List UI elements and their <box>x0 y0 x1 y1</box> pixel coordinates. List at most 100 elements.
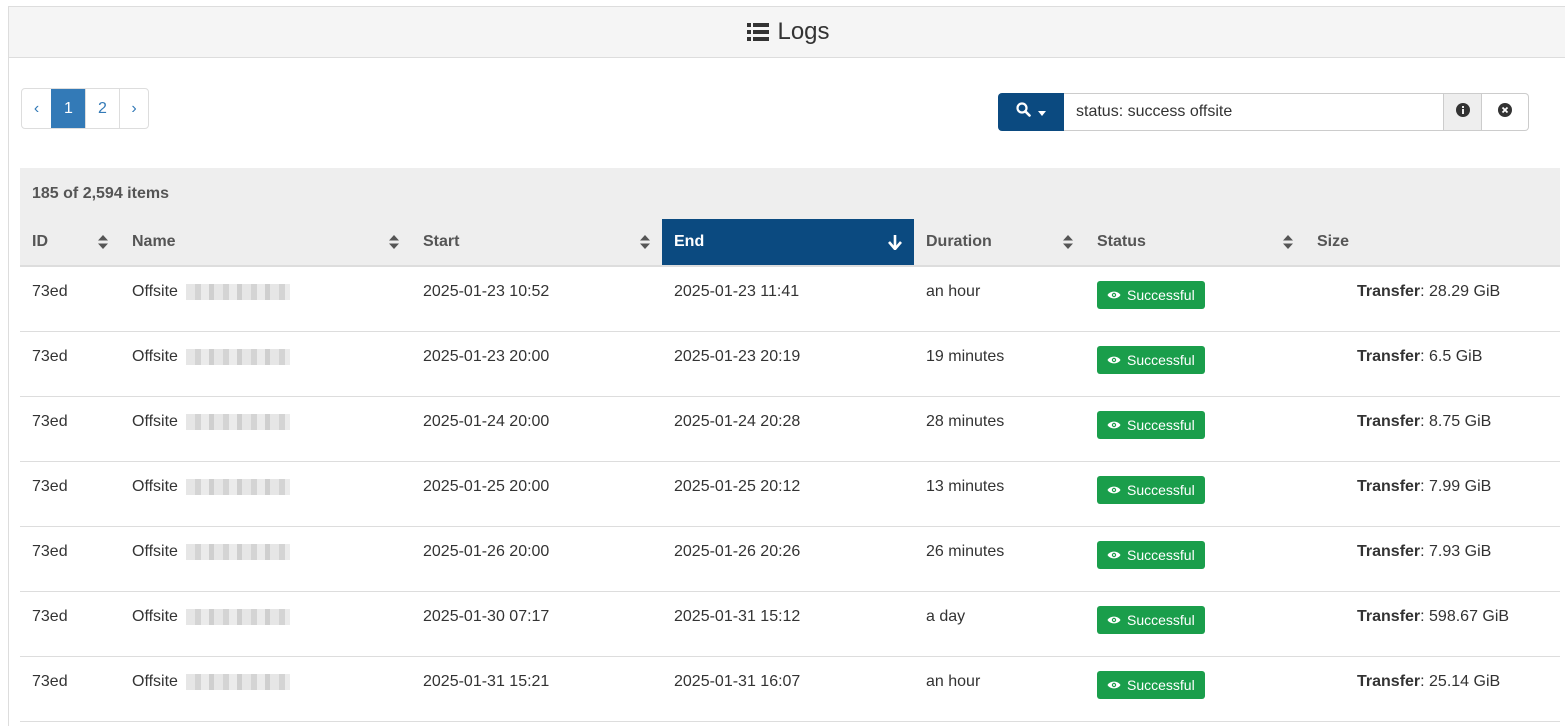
table-row[interactable]: 73ed Offsite 2025-01-24 20:00 2025-01-24 20… <box>20 397 1560 462</box>
status-badge[interactable]: Successful <box>1097 671 1205 699</box>
search-input[interactable] <box>1064 93 1444 131</box>
cell-start: 2025-01-25 20:00 <box>423 478 550 495</box>
table-row[interactable]: 73ed Offsite 2025-01-31 15:21 2025-01-31 16… <box>20 657 1560 722</box>
clear-icon <box>1498 102 1512 122</box>
cell-end: 2025-01-23 11:41 <box>674 283 800 300</box>
status-badge[interactable]: Successful <box>1097 411 1205 439</box>
sort-icon <box>389 235 399 249</box>
cell-duration: a day <box>926 608 966 625</box>
redacted-name <box>185 609 290 625</box>
name-text: Offsite <box>132 673 178 690</box>
cell-size: Transfer: 6.5 GiB <box>1305 332 1560 382</box>
status-text: Successful <box>1127 287 1195 303</box>
name-text: Offsite <box>132 543 178 560</box>
table-row[interactable]: 73ed Offsite 2025-01-26 20:00 2025-01-26 20… <box>20 527 1560 592</box>
cell-name: Offsite <box>120 592 411 642</box>
sort-icon <box>98 235 108 249</box>
page-title: Logs <box>777 18 830 45</box>
eye-icon <box>1107 677 1121 693</box>
search-bar <box>998 93 1529 132</box>
cell-name: Offsite <box>120 267 411 317</box>
table-row[interactable]: 73ed Offsite 2025-01-23 10:52 2025-01-23 11… <box>20 267 1560 332</box>
cell-name: Offsite <box>120 332 411 382</box>
redacted-name <box>185 544 290 560</box>
cell-id: 73ed <box>32 478 68 495</box>
column-header-name[interactable]: Name <box>120 219 411 265</box>
column-header-duration[interactable]: Duration <box>914 219 1085 265</box>
cell-size: Transfer: 598.67 GiB <box>1305 592 1560 642</box>
cell-duration: an hour <box>926 283 981 300</box>
size-label: Transfer <box>1357 413 1421 430</box>
cell-start: 2025-01-30 07:17 <box>423 608 550 625</box>
eye-icon <box>1107 482 1121 498</box>
sort-icon <box>1063 235 1073 249</box>
cell-id: 73ed <box>32 608 68 625</box>
size-value: : 8.75 GiB <box>1420 413 1492 430</box>
size-value: : 598.67 GiB <box>1420 608 1510 625</box>
column-header-status[interactable]: Status <box>1085 219 1305 265</box>
cell-end: 2025-01-31 16:07 <box>674 673 801 690</box>
status-badge[interactable]: Successful <box>1097 606 1205 634</box>
cell-end: 2025-01-25 20:12 <box>674 478 801 495</box>
cell-size: Transfer: 25.14 GiB <box>1305 657 1560 707</box>
cell-start: 2025-01-23 20:00 <box>423 348 550 365</box>
cell-end: 2025-01-23 20:19 <box>674 348 801 365</box>
cell-id: 73ed <box>32 283 68 300</box>
page-2-button[interactable]: 2 <box>85 89 119 128</box>
redacted-name <box>185 674 290 690</box>
name-text: Offsite <box>132 608 178 625</box>
info-icon <box>1455 102 1470 122</box>
table-header: ID Name Start End Duration Status Size <box>20 219 1560 267</box>
eye-icon <box>1107 417 1121 433</box>
cell-start: 2025-01-23 10:52 <box>423 283 550 300</box>
size-label: Transfer <box>1357 673 1421 690</box>
size-label: Transfer <box>1357 478 1421 495</box>
cell-duration: 28 minutes <box>926 413 1005 430</box>
panel-heading: Logs <box>9 7 1565 58</box>
status-badge[interactable]: Successful <box>1097 281 1205 309</box>
cell-status: Successful <box>1085 397 1305 447</box>
cell-id: 73ed <box>32 413 68 430</box>
table-row[interactable]: 73ed Offsite 2025-01-25 20:00 2025-01-25 20… <box>20 462 1560 527</box>
name-text: Offsite <box>132 283 178 300</box>
cell-status: Successful <box>1085 527 1305 577</box>
redacted-name <box>185 479 290 495</box>
cell-status: Successful <box>1085 462 1305 512</box>
status-badge[interactable]: Successful <box>1097 541 1205 569</box>
status-badge[interactable]: Successful <box>1097 476 1205 504</box>
cell-id: 73ed <box>32 348 68 365</box>
table-row[interactable]: 73ed Offsite 2025-01-30 07:17 2025-01-31 15… <box>20 592 1560 657</box>
page-1-button[interactable]: 1 <box>51 89 85 128</box>
next-page-button[interactable]: › <box>119 89 148 128</box>
list-icon <box>747 23 770 41</box>
sort-icon <box>1283 235 1293 249</box>
status-text: Successful <box>1127 677 1195 693</box>
status-badge[interactable]: Successful <box>1097 346 1205 374</box>
size-value: : 7.99 GiB <box>1420 478 1492 495</box>
cell-start: 2025-01-24 20:00 <box>423 413 550 430</box>
eye-icon <box>1107 352 1121 368</box>
search-icon <box>1016 102 1031 122</box>
eye-icon <box>1107 547 1121 563</box>
column-header-id[interactable]: ID <box>20 219 120 265</box>
cell-end: 2025-01-31 15:12 <box>674 608 801 625</box>
cell-duration: an hour <box>926 673 981 690</box>
redacted-name <box>185 284 290 300</box>
column-header-size[interactable]: Size <box>1305 219 1560 265</box>
cell-end: 2025-01-26 20:26 <box>674 543 801 560</box>
column-header-start[interactable]: Start <box>411 219 662 265</box>
cell-id: 73ed <box>32 673 68 690</box>
cell-id: 73ed <box>32 543 68 560</box>
size-value: : 6.5 GiB <box>1420 348 1483 365</box>
table-row[interactable]: 73ed Offsite 2025-01-23 20:00 2025-01-23 20… <box>20 332 1560 397</box>
eye-icon <box>1107 287 1121 303</box>
cell-size: Transfer: 28.29 GiB <box>1305 267 1560 317</box>
status-text: Successful <box>1127 352 1195 368</box>
item-count: 185 of 2,594 items <box>20 168 1560 219</box>
prev-page-button[interactable]: ‹ <box>22 89 51 128</box>
search-dropdown-button[interactable] <box>998 93 1064 131</box>
search-info-button[interactable] <box>1444 93 1482 131</box>
eye-icon <box>1107 612 1121 628</box>
column-header-end[interactable]: End <box>662 219 914 265</box>
search-clear-button[interactable] <box>1482 93 1529 131</box>
